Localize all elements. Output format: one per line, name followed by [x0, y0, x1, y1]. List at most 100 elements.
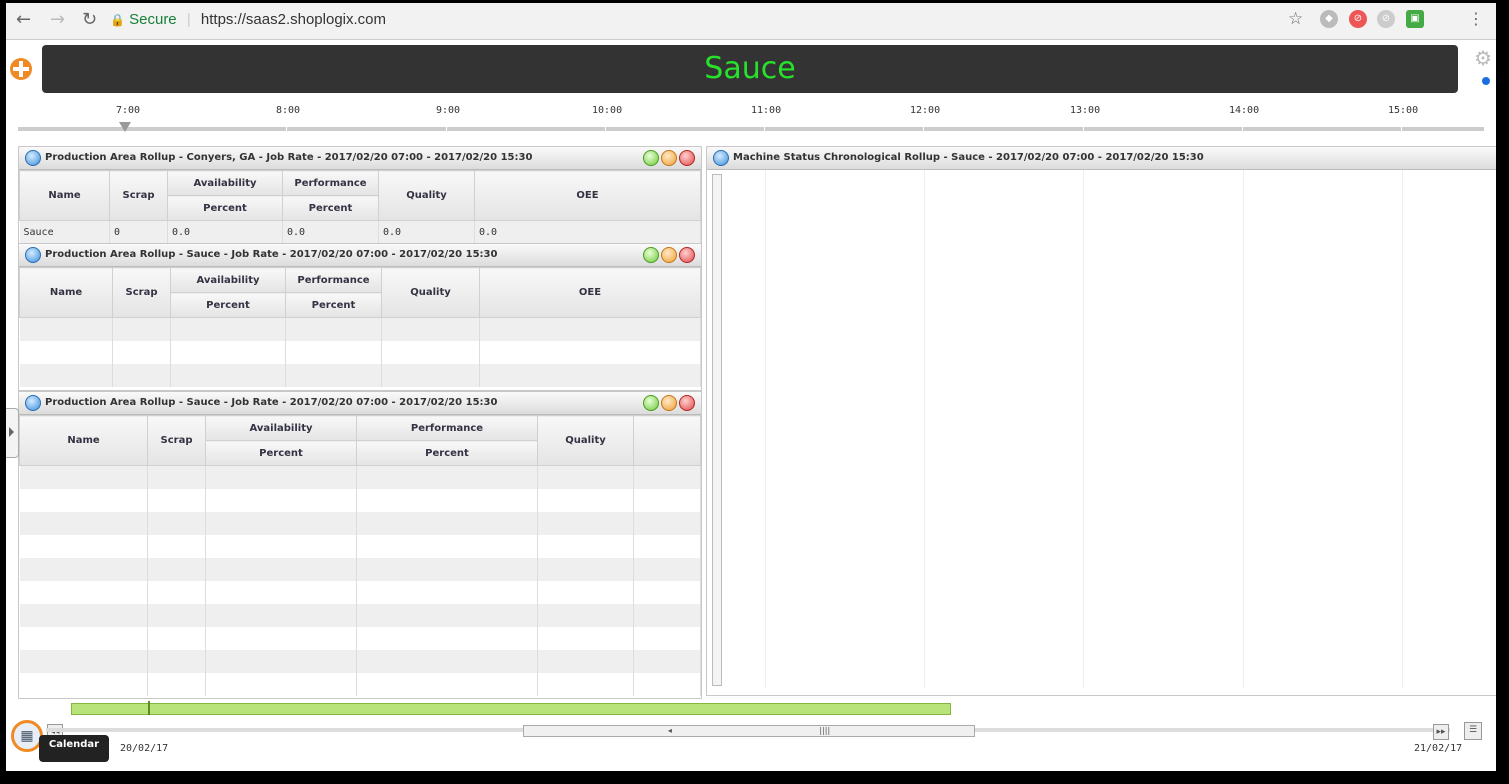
- gear-icon[interactable]: ⚙: [1474, 46, 1492, 70]
- table-row[interactable]: [19, 465, 701, 489]
- rollup-table: Name Scrap Availability Performance Qual…: [19, 170, 701, 244]
- maximize-button[interactable]: [661, 395, 677, 411]
- reload-icon[interactable]: ↻: [82, 9, 97, 30]
- panel-header[interactable]: Machine Status Chronological Rollup - Sa…: [707, 147, 1496, 170]
- maximize-button[interactable]: [661, 150, 677, 166]
- selected-range-bar[interactable]: [71, 703, 951, 715]
- col-header-performance[interactable]: Performance: [285, 267, 382, 293]
- status-dot-icon: [1482, 77, 1490, 85]
- shoplogix-logo-icon[interactable]: [10, 58, 32, 80]
- address-bar[interactable]: 🔒 Secure | https://saas2.shoplogix.com: [110, 7, 1300, 33]
- table-row[interactable]: [19, 489, 701, 512]
- col-header-quality[interactable]: Quality: [378, 170, 475, 221]
- col-header-extra[interactable]: [633, 415, 701, 466]
- panel-title: Production Area Rollup - Sauce - Job Rat…: [45, 397, 498, 408]
- browser-menu-icon[interactable]: ⋮: [1468, 9, 1484, 28]
- panel-info-icon[interactable]: [25, 150, 41, 166]
- col-header-performance[interactable]: Performance: [282, 170, 379, 196]
- col-header-name[interactable]: Name: [19, 415, 148, 466]
- grid-line: [1083, 170, 1084, 688]
- time-cursor-handle[interactable]: [119, 122, 131, 132]
- col-header-oee[interactable]: OEE: [479, 267, 701, 318]
- time-tick: 10:00: [592, 105, 623, 116]
- col-header-availability[interactable]: Availability: [205, 415, 357, 441]
- time-tick: 14:00: [1229, 105, 1260, 116]
- panel-info-icon[interactable]: [25, 247, 41, 263]
- col-header-quality[interactable]: Quality: [537, 415, 634, 466]
- time-ruler-track: [18, 127, 1484, 131]
- extension-shield-icon[interactable]: ◆: [1320, 10, 1338, 28]
- panel-title: Machine Status Chronological Rollup - Sa…: [733, 152, 1204, 163]
- time-tick: 7:00: [116, 105, 141, 116]
- table-row[interactable]: [19, 317, 701, 341]
- vertical-scrollbar[interactable]: [712, 174, 722, 686]
- ruler-mark: [605, 125, 606, 133]
- extension-block-icon[interactable]: ⊘: [1349, 10, 1367, 28]
- bookmark-star-icon[interactable]: ☆: [1288, 9, 1303, 29]
- table-row[interactable]: [19, 581, 701, 604]
- col-header-oee[interactable]: OEE: [474, 170, 701, 221]
- maximize-button[interactable]: [661, 247, 677, 263]
- url-text: https://saas2.shoplogix.com: [200, 11, 387, 28]
- col-header-scrap[interactable]: Scrap: [112, 267, 171, 318]
- col-subheader-percent[interactable]: Percent: [356, 440, 538, 466]
- col-subheader-percent[interactable]: Percent: [170, 292, 286, 318]
- panel-header[interactable]: Production Area Rollup - Conyers, GA - J…: [19, 147, 701, 170]
- table-row[interactable]: [19, 512, 701, 535]
- time-ruler[interactable]: 7:00 8:00 9:00 10:00 11:00 12:00 13:00 1…: [18, 101, 1496, 135]
- panel-header[interactable]: Production Area Rollup - Sauce - Job Rat…: [19, 392, 701, 415]
- browser-window: ← → ↻ 🔒 Secure | https://saas2.shoplogix…: [6, 3, 1496, 771]
- col-header-scrap[interactable]: Scrap: [109, 170, 168, 221]
- scroll-thumb[interactable]: ◂ ||||: [523, 725, 975, 737]
- list-view-icon[interactable]: ☰: [1464, 722, 1482, 740]
- horizontal-scrollbar[interactable]: ◂ ||||: [46, 725, 1450, 737]
- table-row[interactable]: [19, 650, 701, 673]
- table-row[interactable]: [19, 604, 701, 627]
- lock-icon: 🔒: [110, 13, 125, 27]
- col-subheader-percent[interactable]: Percent: [282, 195, 379, 221]
- col-header-scrap[interactable]: Scrap: [147, 415, 206, 466]
- table-row[interactable]: [19, 558, 701, 581]
- close-button[interactable]: [679, 150, 695, 166]
- panel-info-icon[interactable]: [25, 395, 41, 411]
- col-header-availability[interactable]: Availability: [167, 170, 283, 196]
- col-header-name[interactable]: Name: [19, 170, 110, 221]
- time-tick: 8:00: [276, 105, 301, 116]
- col-header-availability[interactable]: Availability: [170, 267, 286, 293]
- panel-header[interactable]: Production Area Rollup - Sauce - Job Rat…: [19, 244, 701, 267]
- panel-area-rollup-sauce: Production Area Rollup - Sauce - Job Rat…: [18, 243, 702, 391]
- table-row[interactable]: [19, 535, 701, 558]
- machine-status-chart-area: [707, 170, 1496, 688]
- side-panel-toggle[interactable]: [6, 408, 19, 458]
- close-button[interactable]: [679, 395, 695, 411]
- time-tick: 12:00: [910, 105, 941, 116]
- table-row[interactable]: [19, 627, 701, 650]
- col-subheader-percent[interactable]: Percent: [205, 440, 357, 466]
- table-row[interactable]: [19, 341, 701, 364]
- panel-info-icon[interactable]: [713, 150, 729, 166]
- back-arrow-icon[interactable]: ←: [16, 9, 31, 30]
- table-row[interactable]: Sauce 0 0.0 0.0 0.0 0.0: [19, 220, 701, 244]
- panel-area-rollup-sauce-2: Production Area Rollup - Sauce - Job Rat…: [18, 391, 702, 699]
- extension-green-icon[interactable]: ▣: [1406, 10, 1424, 28]
- col-subheader-percent[interactable]: Percent: [167, 195, 283, 221]
- fast-forward-icon[interactable]: ▸▸: [1433, 724, 1449, 740]
- minimize-button[interactable]: [643, 150, 659, 166]
- ruler-mark: [923, 125, 924, 133]
- time-tick: 11:00: [751, 105, 782, 116]
- col-header-name[interactable]: Name: [19, 267, 113, 318]
- close-button[interactable]: [679, 247, 695, 263]
- browser-toolbar: ← → ↻ 🔒 Secure | https://saas2.shoplogix…: [6, 3, 1496, 40]
- col-header-performance[interactable]: Performance: [356, 415, 538, 441]
- table-row[interactable]: [19, 364, 701, 387]
- col-subheader-percent[interactable]: Percent: [285, 292, 382, 318]
- forward-arrow-icon[interactable]: →: [50, 9, 65, 30]
- minimize-button[interactable]: [643, 395, 659, 411]
- cell-performance: 0.0: [282, 220, 379, 244]
- rollup-table: Name Scrap Availability Performance Qual…: [19, 415, 701, 696]
- table-row[interactable]: [19, 673, 701, 696]
- panel-title: Production Area Rollup - Conyers, GA - J…: [45, 152, 533, 163]
- extension-disabled-icon[interactable]: ⊘: [1377, 10, 1395, 28]
- minimize-button[interactable]: [643, 247, 659, 263]
- col-header-quality[interactable]: Quality: [381, 267, 480, 318]
